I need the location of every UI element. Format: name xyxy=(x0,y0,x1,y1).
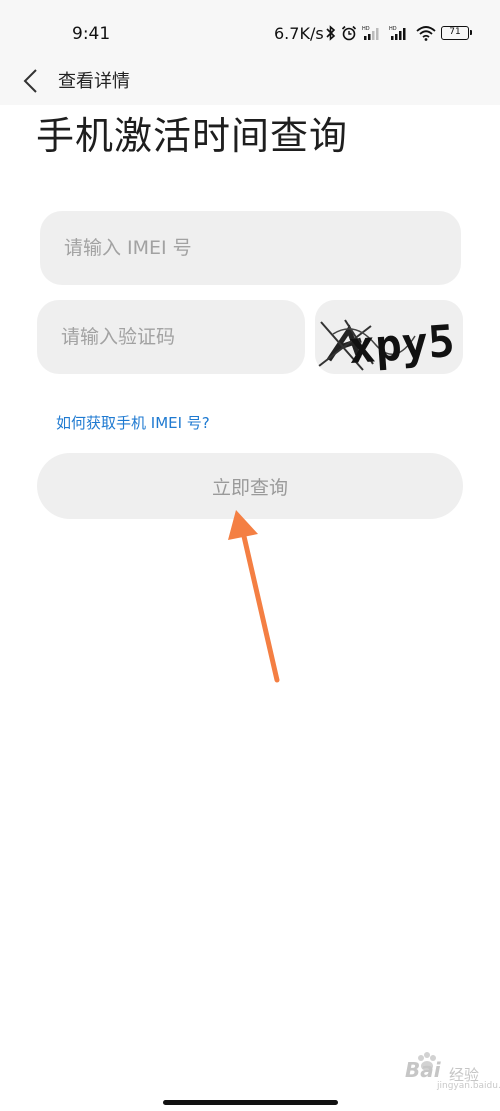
arrow-shaft xyxy=(240,529,280,683)
svg-text:HD: HD xyxy=(362,26,370,32)
watermark-brand: Bai xyxy=(405,1058,441,1082)
captcha-image[interactable]: xpy5 xyxy=(315,300,463,374)
captcha-text: xpy5 xyxy=(347,316,456,374)
signal-hd-2-icon: HD xyxy=(389,26,406,40)
network-speed: 6.7K/s xyxy=(274,24,324,43)
wifi-icon xyxy=(416,26,436,41)
back-button[interactable] xyxy=(14,64,50,100)
status-time: 9:41 xyxy=(72,24,111,44)
battery-icon: 71 xyxy=(441,26,472,40)
imei-input[interactable] xyxy=(40,211,461,285)
svg-text:HD: HD xyxy=(389,26,397,32)
battery-level: 71 xyxy=(449,27,461,37)
status-bar: 9:41 6.7K/s HD HD 71 xyxy=(0,0,500,60)
captcha-input[interactable] xyxy=(37,300,305,374)
help-link-imei[interactable]: 如何获取手机 IMEI 号? xyxy=(56,412,210,433)
alarm-icon xyxy=(341,25,357,41)
header-title: 查看详情 xyxy=(58,71,130,92)
query-button[interactable]: 立即查询 xyxy=(37,453,463,519)
page-title: 手机激活时间查询 xyxy=(36,114,349,158)
chevron-left-icon xyxy=(23,69,37,93)
bluetooth-icon xyxy=(326,25,336,41)
app-bar: 查看详情 xyxy=(0,60,500,105)
watermark-url: jingyan.baidu.com xyxy=(437,1081,500,1091)
status-icons: HD HD 71 xyxy=(326,20,472,46)
watermark: Bai 经验 jingyan.baidu.com xyxy=(385,1052,500,1094)
home-indicator[interactable] xyxy=(163,1100,338,1105)
signal-hd-1-icon: HD xyxy=(362,26,379,40)
